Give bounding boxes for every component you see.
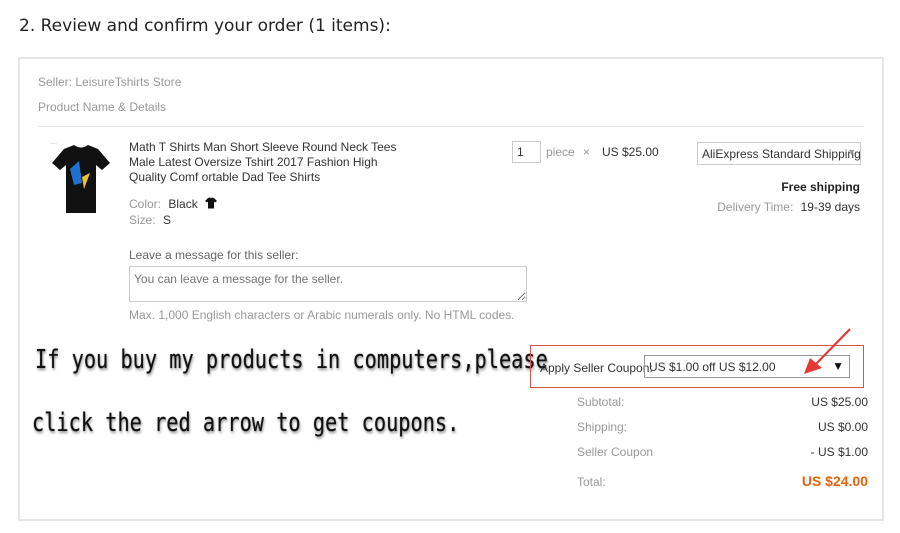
seller-name: Seller: LeisureTshirts Store [38, 75, 182, 89]
color-value: Black [168, 197, 198, 211]
svg-text:·····: ····· [50, 141, 57, 146]
seller-coupon-key: Seller Coupon [577, 445, 654, 459]
caret-down-icon: ▼ [847, 147, 856, 157]
shipping-key: Shipping: [577, 420, 628, 434]
seller-coupon-value: - US $1.00 [810, 445, 868, 459]
product-color: Color: Black [129, 197, 218, 212]
red-arrow-icon [804, 328, 851, 374]
times-sign: × [583, 145, 591, 159]
total-row: Total: US $24.00 [577, 473, 868, 489]
shipping-method-select[interactable]: AliExpress Standard Shipping ▼ [697, 142, 861, 165]
subtotal-value: US $25.00 [811, 395, 868, 409]
section-title: 2. Review and confirm your order (1 item… [19, 16, 391, 36]
coupon-label: Apply Seller Coupon: [540, 361, 653, 375]
color-key: Color: [129, 197, 162, 211]
coupon-selected-value: US $1.00 off US $12.00 [649, 360, 776, 374]
delivery-time: Delivery Time: 19-39 days [717, 200, 860, 214]
product-image[interactable]: ····· [46, 139, 116, 219]
delivery-value: 19-39 days [800, 200, 860, 214]
quantity-input[interactable]: 1 [512, 141, 541, 163]
product-name-header: Product Name & Details [38, 100, 167, 114]
promo-overlay-line-1: If you buy my products in computers,plea… [35, 345, 548, 375]
tshirt-icon [205, 197, 218, 212]
shipping-value: US $0.00 [817, 420, 868, 434]
subtotal-row: Subtotal: US $25.00 [577, 395, 868, 409]
shipping-row: Shipping: US $0.00 [577, 420, 868, 434]
free-shipping-label: Free shipping [781, 180, 860, 194]
size-value: S [163, 213, 172, 227]
subtotal-key: Subtotal: [577, 395, 625, 409]
product-size: Size: S [129, 213, 171, 227]
product-title[interactable]: Math T Shirts Man Short Sleeve Round Nec… [129, 140, 401, 185]
seller-message-field[interactable] [129, 266, 527, 302]
divider [38, 126, 864, 127]
unit-price: US $25.00 [602, 145, 659, 159]
total-key: Total: [577, 475, 606, 489]
size-key: Size: [129, 213, 156, 227]
total-value: US $24.00 [801, 473, 868, 489]
promo-overlay-line-2: click the red arrow to get coupons. [32, 408, 460, 438]
seller-coupon-row: Seller Coupon - US $1.00 [577, 445, 868, 459]
message-label: Leave a message for this seller: [129, 248, 299, 262]
message-note: Max. 1,000 English characters or Arabic … [129, 308, 515, 322]
delivery-key: Delivery Time: [717, 200, 794, 214]
shipping-method-value: AliExpress Standard Shipping [702, 147, 861, 161]
quantity-unit: piece [546, 145, 575, 159]
